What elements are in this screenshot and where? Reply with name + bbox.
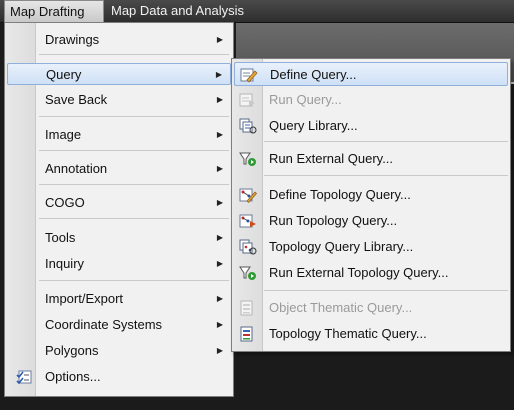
menu-item-label: COGO (45, 195, 85, 210)
menu-map-data-and-analysis[interactable]: Map Data and Analysis (106, 0, 249, 22)
submenu-item-define-topology-query[interactable]: Define Topology Query... (234, 183, 508, 207)
menu-separator (39, 54, 229, 55)
menubar: Map Drafting Map Data and Analysis (0, 0, 514, 23)
define-topology-query-icon (239, 188, 257, 203)
submenu-arrow-icon: ▶ (216, 164, 223, 173)
submenu-item-label: Object Thematic Query... (269, 300, 413, 315)
submenu-arrow-icon: ▶ (216, 35, 223, 44)
submenu-item-label: Run Topology Query... (269, 213, 398, 228)
menu-item-import-export[interactable]: Import/Export ▶ (7, 288, 231, 310)
menu-item-drawings[interactable]: Drawings ▶ (7, 29, 231, 51)
menu-item-label: Options... (45, 369, 101, 384)
topology-query-library-icon (239, 239, 257, 255)
submenu-item-topology-query-library[interactable]: Topology Query Library... (234, 235, 508, 259)
menu-item-label: Coordinate Systems (45, 317, 163, 332)
menu-item-label: Tools (45, 230, 76, 245)
menu-item-label: Import/Export (45, 291, 124, 306)
menu-separator (39, 150, 229, 151)
menu-item-image[interactable]: Image ▶ (7, 124, 231, 146)
submenu-separator (264, 175, 508, 176)
submenu-item-label: Topology Thematic Query... (269, 326, 427, 341)
define-query-icon (240, 68, 258, 83)
menu-item-cogo[interactable]: COGO ▶ (7, 192, 231, 214)
menu-item-label: Inquiry (45, 256, 85, 271)
submenu-arrow-icon: ▶ (216, 198, 223, 207)
submenu-arrow-icon: ▶ (216, 259, 223, 268)
topology-thematic-query-icon (240, 326, 253, 342)
menu-item-label: Save Back (45, 92, 108, 107)
submenu-item-label: Run Query... (269, 92, 342, 107)
submenu-arrow-icon: ▶ (216, 294, 223, 303)
query-submenu: Define Query... Run Query... Query Libra… (231, 58, 511, 352)
menu-item-tools[interactable]: Tools ▶ (7, 227, 231, 249)
object-thematic-query-icon (240, 300, 253, 316)
map-drafting-menu: Drawings ▶ Query ▶ Save Back ▶ Image ▶ A… (4, 22, 234, 397)
submenu-item-label: Define Topology Query... (269, 187, 411, 202)
submenu-arrow-icon: ▶ (216, 130, 223, 139)
options-checklist-icon (16, 370, 32, 385)
submenu-item-run-topology-query[interactable]: Run Topology Query... (234, 209, 508, 233)
menu-item-label: Image (45, 127, 82, 142)
submenu-separator (264, 290, 508, 291)
submenu-item-label: Run External Topology Query... (269, 265, 449, 280)
menu-separator (39, 184, 229, 185)
menu-separator (39, 280, 229, 281)
menu-map-drafting[interactable]: Map Drafting (4, 0, 104, 22)
submenu-item-define-query[interactable]: Define Query... (234, 62, 508, 86)
submenu-item-topology-thematic-query[interactable]: Topology Thematic Query... (234, 322, 508, 346)
menu-item-coordinate-systems[interactable]: Coordinate Systems ▶ (7, 314, 231, 336)
submenu-item-label: Query Library... (269, 118, 358, 133)
submenu-item-label: Topology Query Library... (269, 239, 414, 254)
submenu-item-query-library[interactable]: Query Library... (234, 114, 508, 138)
run-external-topology-query-icon (239, 266, 256, 280)
submenu-arrow-icon: ▶ (216, 346, 223, 355)
submenu-arrow-icon: ▶ (216, 320, 223, 329)
menu-item-query[interactable]: Query ▶ (7, 63, 231, 85)
menu-item-annotation[interactable]: Annotation ▶ (7, 158, 231, 180)
menu-item-label: Drawings (45, 32, 100, 47)
menu-separator (39, 116, 229, 117)
run-query-icon (239, 93, 255, 107)
submenu-item-run-query[interactable]: Run Query... (234, 88, 508, 112)
submenu-item-object-thematic-query[interactable]: Object Thematic Query... (234, 296, 508, 320)
run-external-query-icon (239, 152, 256, 166)
query-library-icon (239, 118, 257, 134)
submenu-item-run-external-topology-query[interactable]: Run External Topology Query... (234, 261, 508, 285)
submenu-item-label: Define Query... (270, 67, 357, 82)
menu-separator (39, 218, 229, 219)
submenu-separator (264, 141, 508, 142)
menu-item-label: Query (46, 67, 82, 82)
submenu-item-label: Run External Query... (269, 151, 394, 166)
run-topology-query-icon (239, 214, 256, 228)
menu-item-polygons[interactable]: Polygons ▶ (7, 340, 231, 362)
menu-item-options[interactable]: Options... (7, 366, 231, 388)
menu-item-label: Annotation (45, 161, 108, 176)
menu-item-label: Polygons (45, 343, 99, 358)
submenu-item-run-external-query[interactable]: Run External Query... (234, 147, 508, 171)
menu-item-save-back[interactable]: Save Back ▶ (7, 89, 231, 111)
submenu-arrow-icon: ▶ (215, 70, 222, 79)
submenu-arrow-icon: ▶ (216, 233, 223, 242)
menu-item-inquiry[interactable]: Inquiry ▶ (7, 253, 231, 275)
submenu-arrow-icon: ▶ (216, 95, 223, 104)
